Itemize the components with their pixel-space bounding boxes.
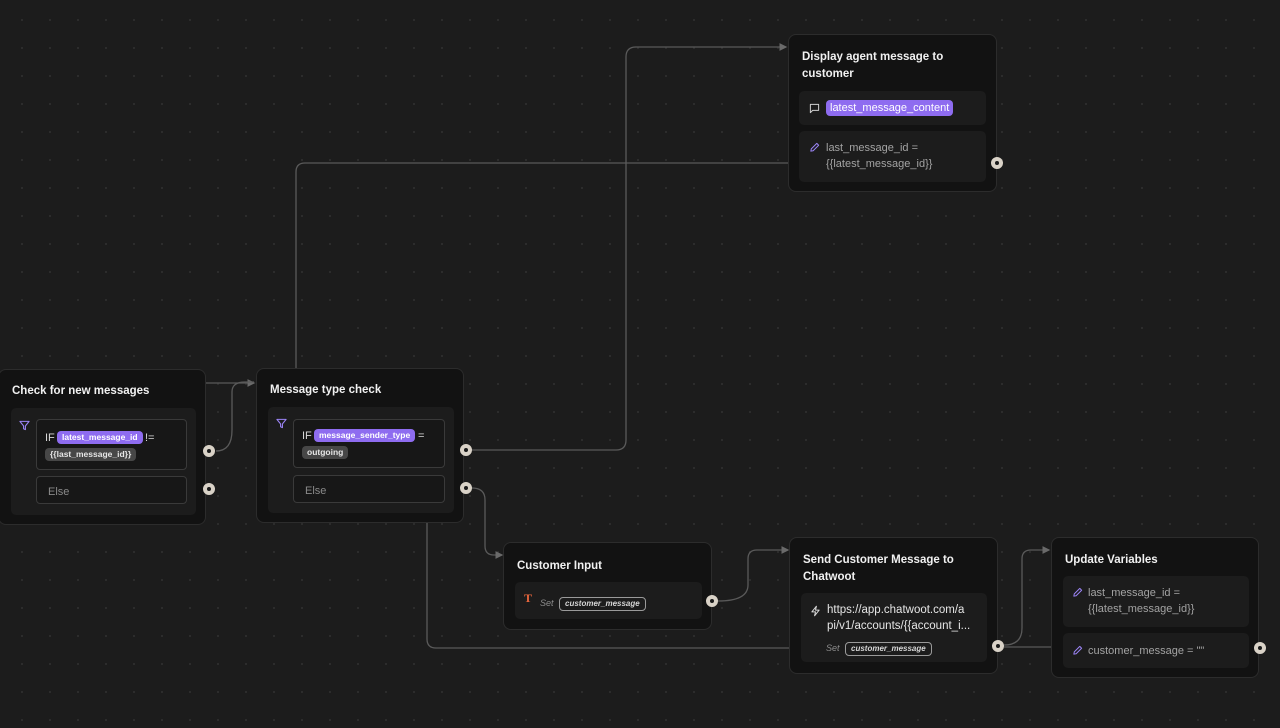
node-title: Update Variables bbox=[1065, 554, 1158, 566]
node-send-to-chatwoot[interactable]: Send Customer Message to Chatwoot https:… bbox=[789, 537, 998, 674]
condition-panel: IF latest_message_id != {{last_message_i… bbox=[11, 408, 196, 515]
condition-operator: != bbox=[145, 432, 155, 444]
node-display-agent-message[interactable]: Display agent message to customer latest… bbox=[788, 34, 997, 192]
set-variable-panel[interactable]: last_message_id = {{latest_message_id}} bbox=[1063, 576, 1249, 627]
node-update-variables[interactable]: Update Variables last_message_id = {{lat… bbox=[1051, 537, 1259, 678]
node-title: Display agent message to customer bbox=[802, 51, 944, 80]
else-condition[interactable]: Else bbox=[293, 475, 445, 503]
request-url-line-1: https://app.chatwoot.com/a bbox=[827, 604, 965, 616]
set-line-1: last_message_id = bbox=[826, 142, 919, 154]
condition-operator: = bbox=[418, 430, 425, 442]
else-condition[interactable]: Else bbox=[36, 476, 187, 504]
set-variable-chip: customer_message bbox=[845, 642, 932, 656]
text-input-icon: T bbox=[524, 591, 533, 605]
if-keyword: IF bbox=[45, 432, 55, 444]
request-url-line-2: pi/v1/accounts/{{account_i... bbox=[827, 620, 971, 632]
message-panel[interactable]: latest_message_content bbox=[799, 91, 986, 125]
node-check-new-messages[interactable]: Check for new messages IF latest_message… bbox=[0, 369, 206, 525]
output-handle-else[interactable] bbox=[203, 483, 215, 495]
chat-bubble-icon bbox=[809, 103, 820, 114]
set-label: Set bbox=[826, 643, 840, 653]
set-line: customer_message = "" bbox=[1088, 645, 1205, 657]
filter-icon bbox=[19, 420, 30, 431]
filter-icon bbox=[276, 418, 287, 429]
node-message-type-check[interactable]: Message type check IF message_sender_typ… bbox=[256, 368, 464, 523]
pencil-icon bbox=[1073, 587, 1083, 597]
output-handle[interactable] bbox=[991, 157, 1003, 169]
edge-check-true-to-typecheck bbox=[215, 381, 254, 452]
pencil-icon bbox=[1073, 645, 1083, 655]
output-handle-if[interactable] bbox=[203, 445, 215, 457]
set-line-1: last_message_id = bbox=[1088, 587, 1181, 599]
node-title: Message type check bbox=[270, 384, 382, 396]
output-handle[interactable] bbox=[706, 595, 718, 607]
pencil-icon bbox=[810, 142, 820, 152]
set-variable-panel[interactable]: last_message_id = {{latest_message_id}} bbox=[799, 131, 986, 182]
set-variable-panel[interactable]: customer_message = "" bbox=[1063, 633, 1249, 668]
input-panel[interactable]: T Set customer_message bbox=[515, 582, 702, 619]
condition-value-chip: {{last_message_id}} bbox=[45, 448, 137, 461]
condition-value-chip: outgoing bbox=[302, 446, 349, 459]
output-handle[interactable] bbox=[992, 640, 1004, 652]
if-keyword: IF bbox=[302, 430, 312, 442]
set-line-2: {{latest_message_id}} bbox=[1088, 603, 1195, 615]
lightning-icon bbox=[811, 605, 820, 617]
node-title: Check for new messages bbox=[12, 385, 150, 397]
output-handle-if[interactable] bbox=[460, 444, 472, 456]
set-label: Set bbox=[540, 598, 554, 608]
condition-variable-chip: latest_message_id bbox=[57, 431, 143, 444]
set-variable-chip: customer_message bbox=[559, 597, 646, 611]
node-title: Send Customer Message to Chatwoot bbox=[803, 554, 954, 583]
node-title: Customer Input bbox=[517, 560, 602, 572]
if-condition[interactable]: IF latest_message_id != {{last_message_i… bbox=[36, 419, 187, 470]
if-condition[interactable]: IF message_sender_type = outgoing bbox=[293, 419, 445, 468]
condition-panel: IF message_sender_type = outgoing Else bbox=[268, 407, 454, 513]
output-handle-else[interactable] bbox=[460, 482, 472, 494]
edge-typecheck-true-to-display bbox=[472, 43, 788, 451]
node-customer-input[interactable]: Customer Input T Set customer_message bbox=[503, 542, 712, 630]
output-handle[interactable] bbox=[1254, 642, 1266, 654]
edge-send-to-update bbox=[1003, 546, 1051, 646]
edge-input-to-send bbox=[717, 546, 790, 602]
condition-variable-chip: message_sender_type bbox=[314, 429, 416, 442]
set-line-2: {{latest_message_id}} bbox=[826, 158, 933, 170]
message-variable-chip: latest_message_content bbox=[826, 100, 954, 116]
api-request-panel[interactable]: https://app.chatwoot.com/a pi/v1/account… bbox=[801, 593, 987, 662]
edge-typecheck-else-to-input bbox=[471, 487, 504, 559]
edge-typecheck-top-to-display bbox=[295, 162, 788, 368]
